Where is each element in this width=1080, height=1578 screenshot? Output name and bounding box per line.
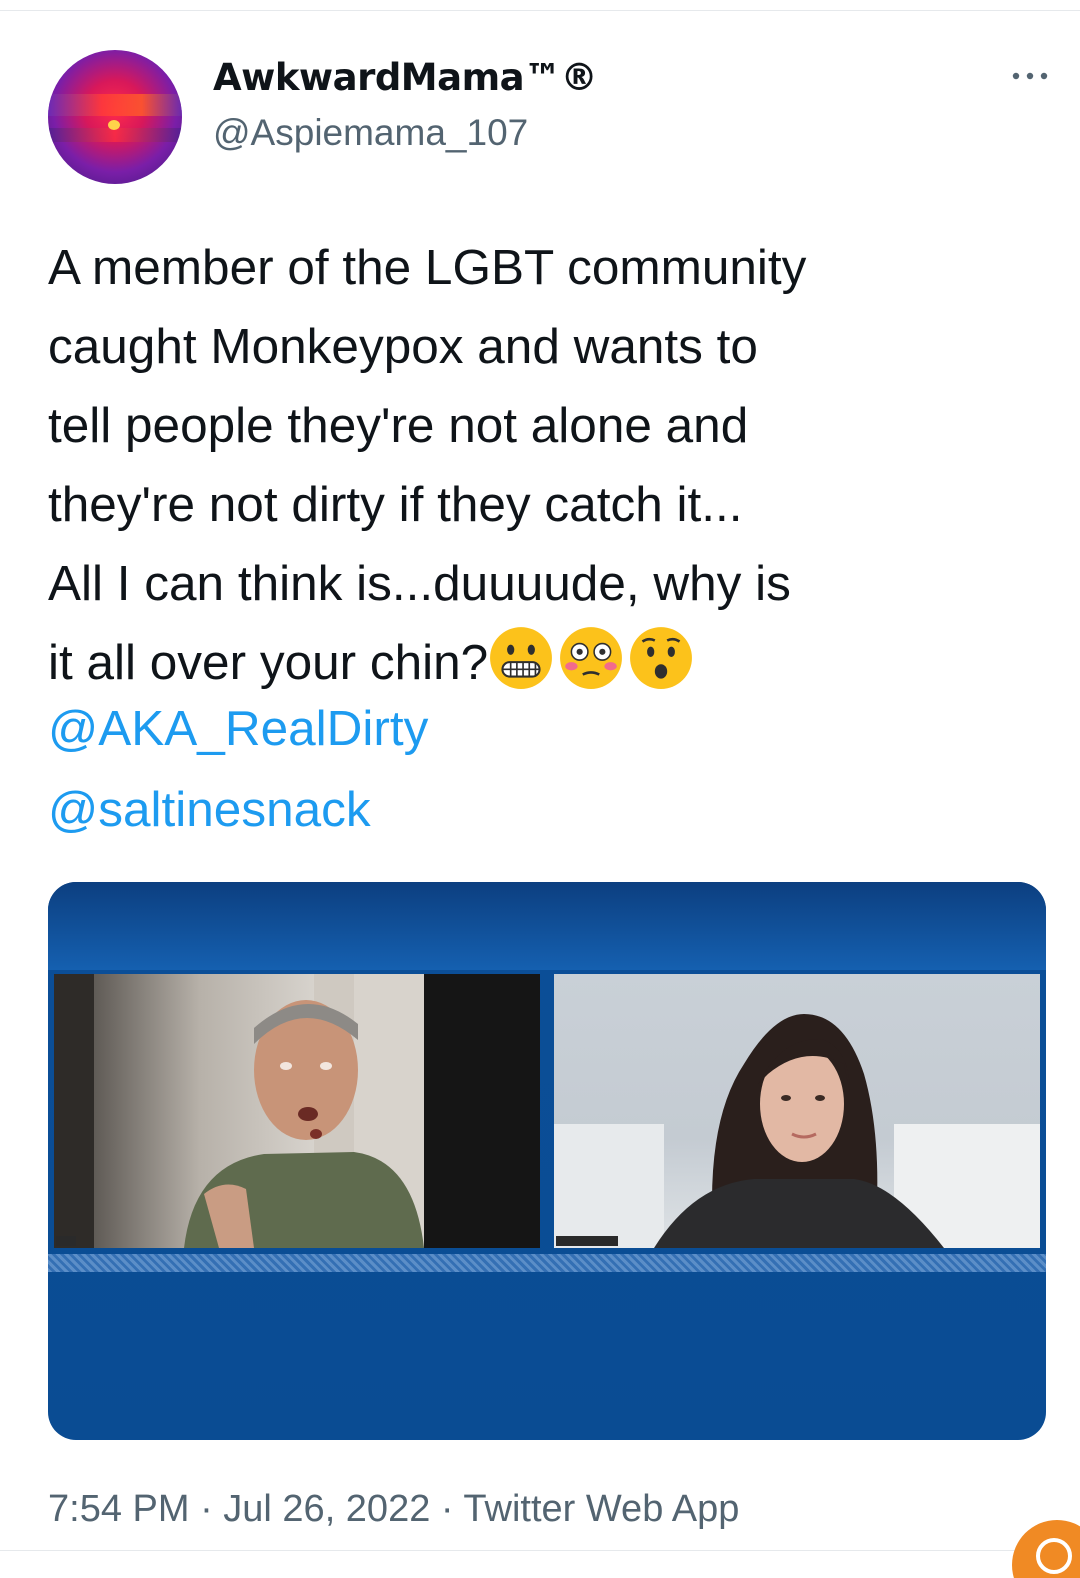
tweet-line-last: it all over your chin? <box>48 623 1048 702</box>
avatar[interactable] <box>48 50 182 184</box>
person-left-thumbnail <box>54 974 540 1248</box>
tweet-timestamp[interactable]: 7:54 PM · Jul 26, 2022 · Twitter Web App <box>48 1488 739 1531</box>
tweet-line: tell people they're not alone and <box>48 398 749 453</box>
mention-link[interactable]: @AKA_RealDirty <box>48 700 428 757</box>
bottom-divider <box>0 1550 1080 1551</box>
tweet-page: AwkwardMama™® @Aspiemama_107 A member of… <box>0 0 1080 1578</box>
video-media[interactable] <box>48 882 1046 1440</box>
avatar-dot <box>108 120 120 130</box>
tweet-text: A member of the LGBT community caught Mo… <box>48 228 1048 702</box>
user-handle[interactable]: @Aspiemama_107 <box>213 112 528 154</box>
media-stripe-bar <box>48 1254 1046 1272</box>
avatar-band <box>48 94 182 116</box>
flushed-face-emoji <box>560 627 623 689</box>
participant-label <box>556 1236 618 1246</box>
tweet-line: A member of the LGBT community <box>48 240 807 295</box>
top-divider <box>0 10 1080 11</box>
grimacing-face-emoji <box>490 627 553 689</box>
avatar-band <box>48 128 182 142</box>
person-right-thumbnail <box>554 1014 1040 1248</box>
more-horizontal-icon[interactable] <box>1010 66 1050 86</box>
mention-link[interactable]: @saltinesnack <box>48 781 371 838</box>
tweet-line: All I can think is...duuuude, why is <box>48 556 791 611</box>
media-top-band <box>48 882 1046 970</box>
video-participant-left <box>54 974 540 1248</box>
video-participant-right <box>554 974 1040 1248</box>
participant-label <box>56 1236 76 1246</box>
hushed-face-emoji <box>630 627 693 689</box>
display-name[interactable]: AwkwardMama™® <box>213 56 598 99</box>
share-badge-icon[interactable] <box>1012 1520 1080 1578</box>
tweet-line: they're not dirty if they catch it... <box>48 477 743 532</box>
badge-ring <box>1036 1538 1072 1574</box>
tweet-line: it all over your chin? <box>48 635 489 690</box>
tweet-line: caught Monkeypox and wants to <box>48 319 758 374</box>
